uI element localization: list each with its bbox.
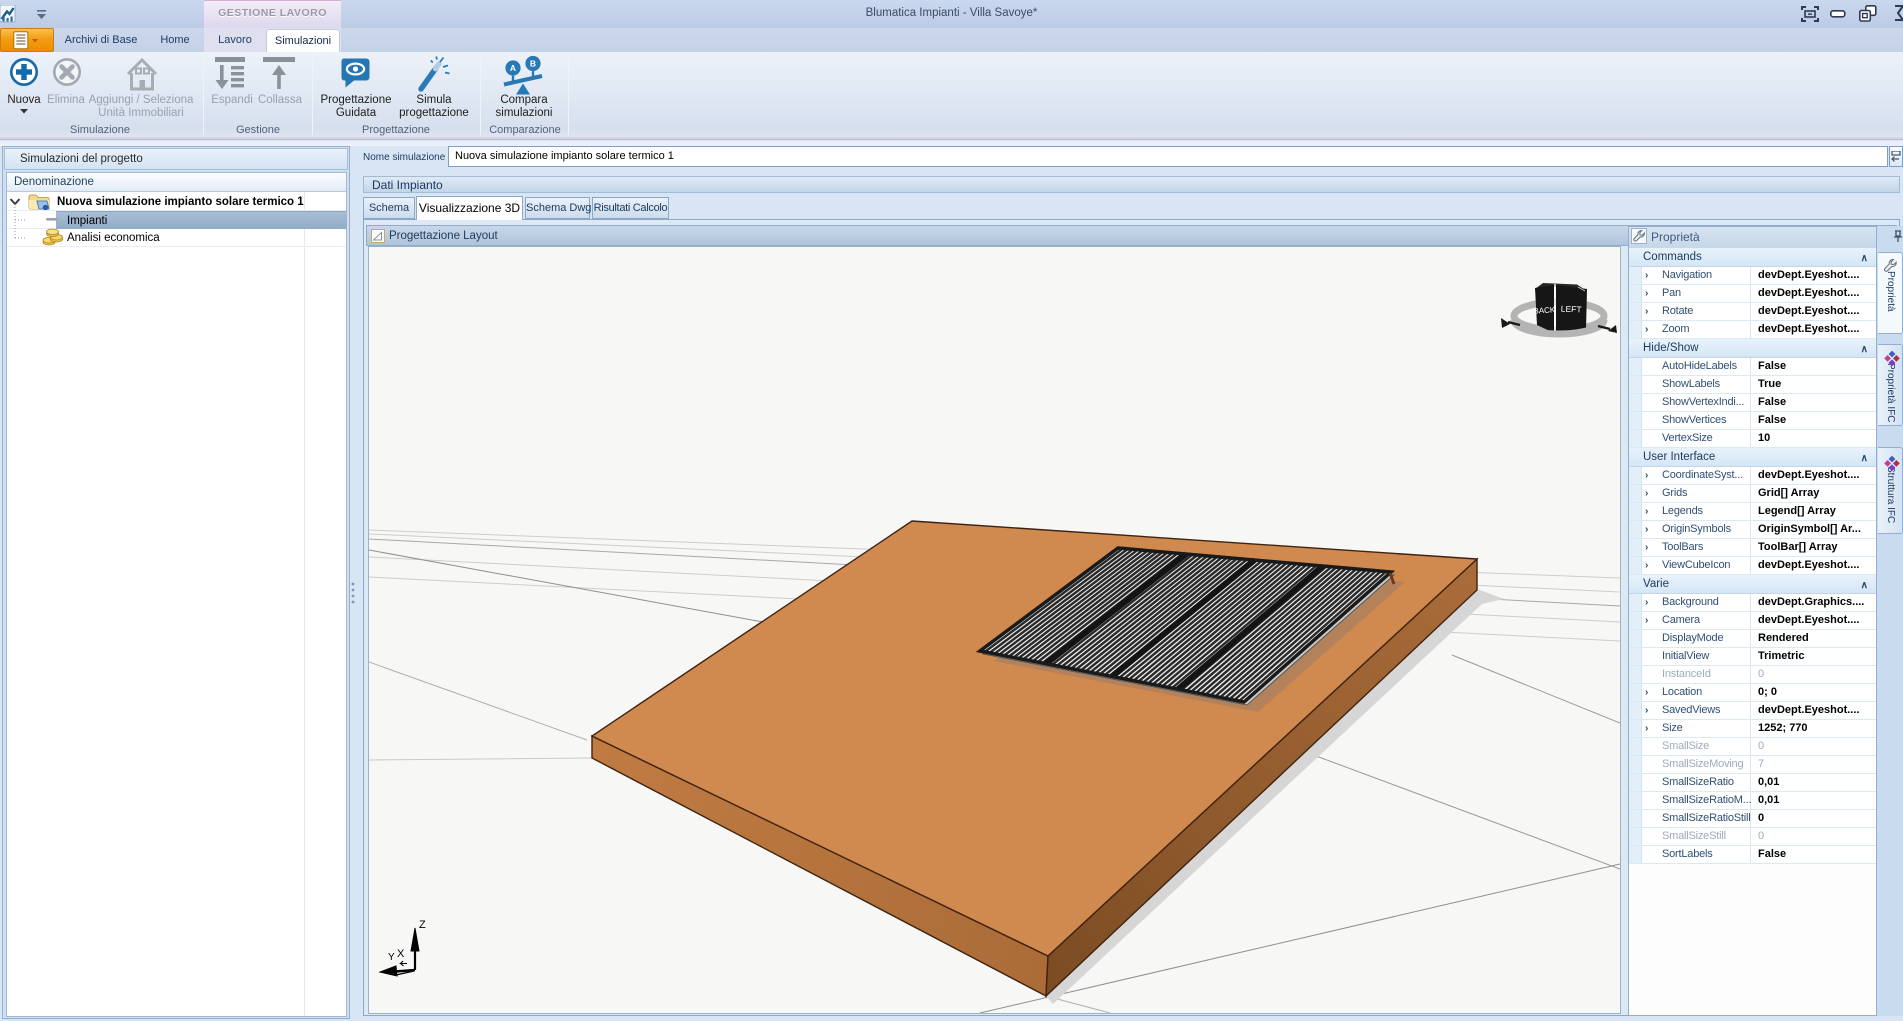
svg-text:Y: Y	[388, 952, 395, 963]
svg-text:X: X	[397, 948, 405, 960]
svg-text:LEFT: LEFT	[1561, 303, 1582, 314]
svg-text:B: B	[530, 59, 536, 69]
svg-text:BACK: BACK	[1533, 305, 1556, 316]
svg-text:A: A	[510, 63, 516, 73]
svg-text:Z: Z	[419, 919, 426, 931]
